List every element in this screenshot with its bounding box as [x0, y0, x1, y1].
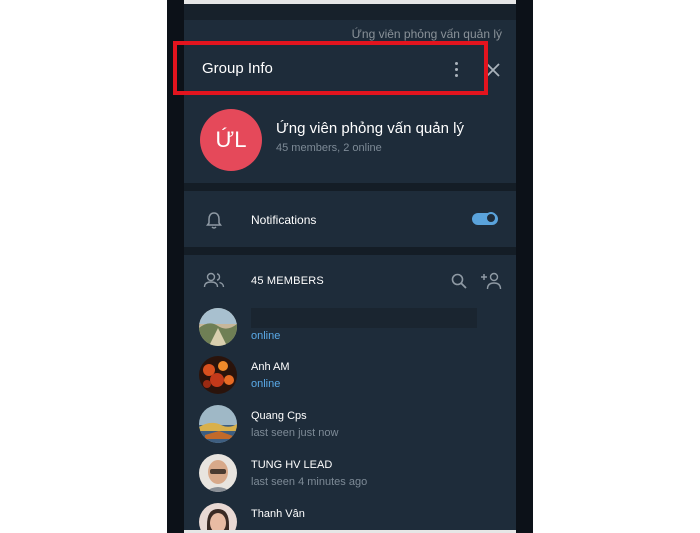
- notifications-row[interactable]: Notifications: [184, 198, 516, 242]
- background-chat-title: Ứng viên phỏng vấn quản lý: [351, 27, 502, 41]
- member-status: last seen just now: [251, 427, 339, 439]
- member-avatar: [199, 356, 237, 394]
- member-avatar: [199, 503, 237, 533]
- kebab-vertical-icon[interactable]: [452, 59, 462, 79]
- member-name: Thanh Vân: [251, 508, 305, 520]
- group-name: Ứng viên phỏng vấn quản lý: [276, 120, 464, 137]
- section-divider: [184, 247, 516, 255]
- member-status: last seen 4 minutes ago: [251, 476, 368, 488]
- bell-icon: [206, 212, 222, 229]
- member-row[interactable]: Thanh Vân: [184, 503, 516, 533]
- toggle-knob: [485, 212, 497, 224]
- panel-header: Group Info: [184, 44, 516, 94]
- left-backdrop: [167, 0, 184, 533]
- members-icon: [203, 272, 225, 288]
- add-member-icon[interactable]: [480, 271, 502, 291]
- members-header: 45 MEMBERS: [184, 265, 516, 297]
- member-status: online: [251, 330, 281, 342]
- member-name: Anh AM: [251, 361, 290, 373]
- member-name: TUNG HV LEAD: [251, 459, 333, 471]
- notifications-label: Notifications: [251, 213, 317, 227]
- member-row[interactable]: Anh AM online: [184, 356, 516, 402]
- group-member-count: 45 members, 2 online: [276, 142, 382, 154]
- panel-title: Group Info: [202, 60, 273, 77]
- search-icon[interactable]: [450, 272, 468, 290]
- notifications-toggle[interactable]: [472, 212, 498, 225]
- member-avatar: [199, 405, 237, 443]
- redacted-name: [251, 308, 477, 328]
- member-avatar: [199, 454, 237, 492]
- member-row[interactable]: TUNG HV LEAD last seen 4 minutes ago: [184, 454, 516, 500]
- member-status: online: [251, 378, 281, 390]
- member-avatar: [199, 308, 237, 346]
- background-chat-bar: [184, 4, 516, 20]
- member-row[interactable]: online: [184, 308, 516, 354]
- close-icon[interactable]: [482, 59, 504, 81]
- group-avatar[interactable]: ỨL: [200, 109, 262, 171]
- members-count-label: 45 MEMBERS: [251, 275, 324, 287]
- group-profile: ỨL Ứng viên phỏng vấn quản lý 45 members…: [184, 104, 516, 182]
- member-name: Quang Cps: [251, 410, 307, 422]
- right-backdrop: [516, 0, 533, 533]
- group-info-panel: Ứng viên phỏng vấn quản lý Group Info ỨL…: [184, 0, 516, 533]
- section-divider: [184, 183, 516, 191]
- member-row[interactable]: Quang Cps last seen just now: [184, 405, 516, 451]
